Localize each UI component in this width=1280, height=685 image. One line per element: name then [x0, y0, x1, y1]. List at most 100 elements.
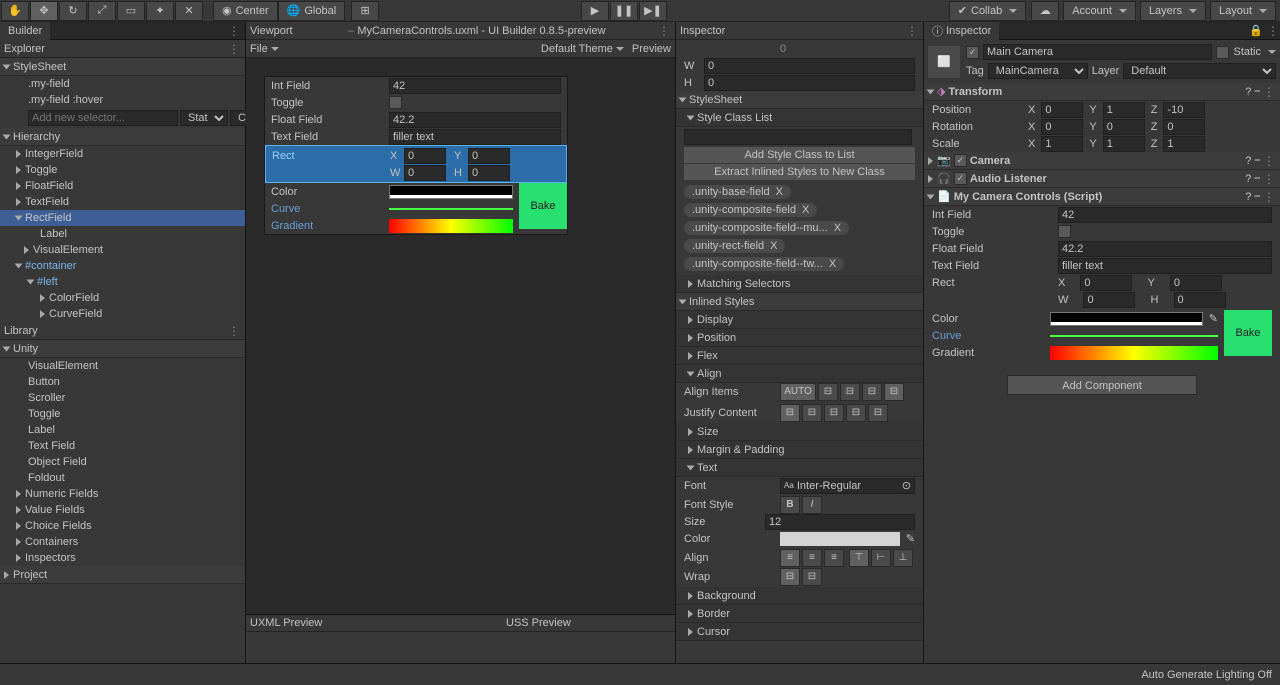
class-input[interactable]	[684, 129, 912, 145]
pause-button[interactable]: ❚❚	[610, 1, 638, 21]
pos-z[interactable]	[1163, 102, 1205, 118]
justify-center[interactable]: ⊟	[802, 404, 822, 422]
lib-item[interactable]: Scroller	[0, 390, 245, 406]
class-chip[interactable]: .unity-composite-fieldX	[684, 203, 817, 217]
class-chip[interactable]: .unity-composite-field--tw...X	[684, 257, 844, 271]
collab-dropdown[interactable]: ✔Collab	[949, 1, 1026, 21]
lib-item[interactable]: Value Fields	[0, 502, 245, 518]
background-hdr[interactable]: Background	[676, 587, 923, 605]
scl-y[interactable]	[1103, 136, 1145, 152]
camera-enabled[interactable]: ✓	[954, 154, 967, 167]
hierarchy-section[interactable]: Hierarchy	[0, 128, 245, 146]
class-chip[interactable]: .unity-rect-fieldX	[684, 239, 785, 253]
script-rect-x[interactable]	[1080, 275, 1132, 291]
inlined-hdr[interactable]: Inlined Styles	[676, 293, 923, 311]
rect-h-input[interactable]	[468, 165, 510, 181]
script-color[interactable]	[1050, 312, 1203, 326]
script-rect-y[interactable]	[1170, 275, 1222, 291]
hierarchy-item[interactable]: IntegerField	[0, 146, 245, 162]
lib-item[interactable]: Object Field	[0, 454, 245, 470]
preset-icon[interactable]: ⎯	[1254, 154, 1260, 167]
bold-button[interactable]: B	[780, 496, 800, 514]
library-menu-icon[interactable]: ⋮	[228, 327, 241, 335]
static-checkbox[interactable]	[1216, 46, 1229, 59]
hierarchy-item[interactable]: #container	[0, 258, 245, 274]
hierarchy-item[interactable]: #left	[0, 274, 245, 290]
custom-tool[interactable]: ✕	[175, 1, 203, 21]
int-field-input[interactable]	[389, 78, 561, 94]
uxml-preview-label[interactable]: UXML Preview	[250, 617, 322, 629]
object-picker-icon[interactable]: ⊙	[902, 479, 911, 492]
chip-remove-icon[interactable]: X	[770, 240, 777, 252]
snap-toggle[interactable]: ⊞	[351, 1, 379, 21]
lib-item[interactable]: Toggle	[0, 406, 245, 422]
wrap-button[interactable]: ⊟	[802, 568, 822, 586]
layer-select[interactable]: Default	[1123, 63, 1276, 79]
eyedropper-icon[interactable]: ✎	[1209, 312, 1218, 325]
component-menu-icon[interactable]: ⋮	[1263, 175, 1276, 183]
preset-icon[interactable]: ⎯	[1254, 190, 1260, 203]
eyedropper-icon[interactable]: ✎	[906, 532, 915, 545]
theme-dropdown[interactable]: Default Theme	[541, 43, 624, 55]
preset-icon[interactable]: ⎯	[1254, 172, 1260, 185]
justify-around[interactable]: ⊟	[868, 404, 888, 422]
selector-item[interactable]: .my-field	[0, 76, 245, 92]
h-input[interactable]	[704, 75, 915, 91]
help-icon[interactable]: ?	[1245, 86, 1251, 98]
position-hdr[interactable]: Position	[676, 329, 923, 347]
help-icon[interactable]: ?	[1245, 191, 1251, 203]
align-stretch[interactable]: ⊟	[884, 383, 904, 401]
rect-tool[interactable]: ▭	[117, 1, 145, 21]
italic-button[interactable]: I	[802, 496, 822, 514]
lib-item[interactable]: Choice Fields	[0, 518, 245, 534]
builder-tab[interactable]: Builder	[0, 22, 50, 40]
hierarchy-item[interactable]: Toggle	[0, 162, 245, 178]
rect-w-input[interactable]	[404, 165, 446, 181]
file-menu[interactable]: File	[250, 43, 279, 55]
audio-enabled[interactable]: ✓	[954, 172, 967, 185]
script-curve[interactable]	[1050, 335, 1218, 337]
align-end[interactable]: ⊟	[862, 383, 882, 401]
add-selector-input[interactable]	[28, 110, 178, 126]
uss-preview-label[interactable]: USS Preview	[506, 617, 571, 629]
rot-y[interactable]	[1103, 119, 1145, 135]
lib-item[interactable]: Button	[0, 374, 245, 390]
tag-select[interactable]: MainCamera	[988, 63, 1088, 79]
chip-remove-icon[interactable]: X	[829, 258, 836, 270]
scl-x[interactable]	[1041, 136, 1083, 152]
w-input[interactable]	[704, 58, 915, 74]
help-icon[interactable]: ?	[1245, 173, 1251, 185]
toggle-checkbox[interactable]	[389, 96, 402, 109]
nowrap-button[interactable]: ⊟	[780, 568, 800, 586]
stylesheet-section[interactable]: StyleSheet	[0, 58, 245, 76]
help-icon[interactable]: ?	[1245, 155, 1251, 167]
script-rect-w[interactable]	[1083, 292, 1135, 308]
lighting-status[interactable]: Auto Generate Lighting Off	[1141, 669, 1272, 681]
play-button[interactable]: ▶	[581, 1, 609, 21]
chip-remove-icon[interactable]: X	[776, 186, 783, 198]
camera-component[interactable]: 📷 ✓ Camera? ⎯ ⋮	[924, 152, 1280, 170]
flex-hdr[interactable]: Flex	[676, 347, 923, 365]
hierarchy-item[interactable]: FloatField	[0, 178, 245, 194]
layout-dropdown[interactable]: Layout	[1210, 1, 1276, 21]
color-swatch[interactable]	[389, 185, 513, 199]
script-int[interactable]	[1058, 207, 1272, 223]
selector-item[interactable]: .my-field :hover	[0, 92, 245, 108]
margin-hdr[interactable]: Margin & Padding	[676, 441, 923, 459]
display-hdr[interactable]: Display	[676, 311, 923, 329]
lib-item[interactable]: Containers	[0, 534, 245, 550]
lib-item[interactable]: Label	[0, 422, 245, 438]
lib-item[interactable]: Inspectors	[0, 550, 245, 566]
class-chip[interactable]: .unity-composite-field--mu...X	[684, 221, 849, 235]
justify-start[interactable]: ⊟	[780, 404, 800, 422]
scl-z[interactable]	[1163, 136, 1205, 152]
component-menu-icon[interactable]: ⋮	[1263, 193, 1276, 201]
text-color-swatch[interactable]	[780, 532, 900, 546]
inspector-menu-icon[interactable]: ⋮	[906, 27, 919, 35]
state-select[interactable]: State	[180, 110, 228, 126]
name-input[interactable]	[983, 44, 1212, 60]
account-dropdown[interactable]: Account	[1063, 1, 1136, 21]
scale-tool[interactable]: ⤢	[88, 1, 116, 21]
add-component-button[interactable]: Add Component	[1007, 375, 1197, 395]
text-hdr[interactable]: Text	[676, 459, 923, 477]
